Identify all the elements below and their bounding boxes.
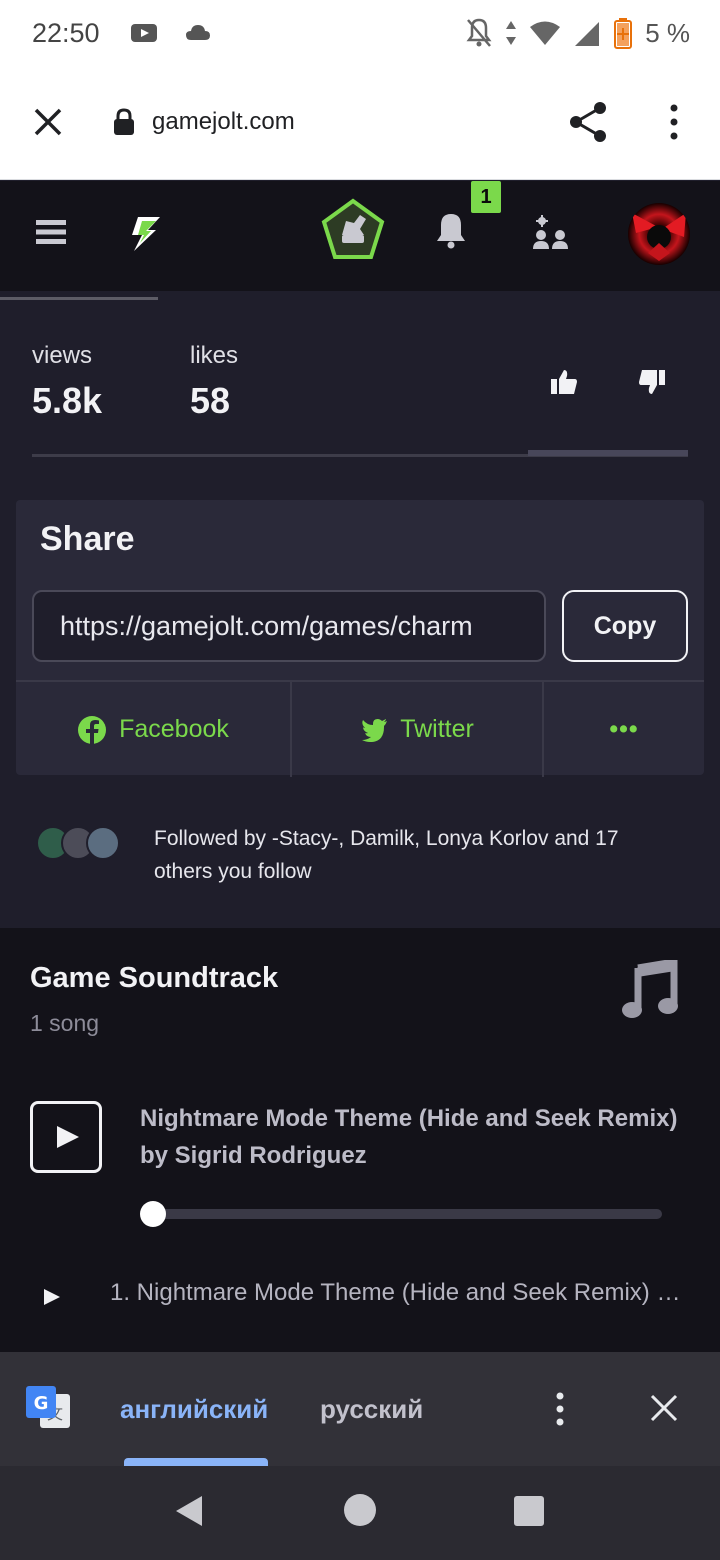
- status-time: 22:50: [32, 18, 100, 48]
- signal-icon: [575, 22, 600, 46]
- user-avatar[interactable]: [628, 203, 690, 265]
- seek-handle[interactable]: [140, 1201, 166, 1227]
- battery-percent: 5 %: [645, 17, 690, 48]
- play-button[interactable]: [30, 1101, 102, 1173]
- hamburger-menu-icon[interactable]: [36, 219, 66, 245]
- soundtrack-section: Game Soundtrack 1 song Nightmare Mode Th…: [0, 928, 720, 1352]
- back-icon[interactable]: [172, 1494, 206, 1528]
- avatar-graphic: [632, 213, 686, 261]
- notification-badge[interactable]: 1: [471, 181, 501, 213]
- share-title: Share: [40, 520, 135, 558]
- twitter-icon: [362, 718, 388, 742]
- translate-bar: 文 G английский русский: [0, 1352, 720, 1466]
- home-button[interactable]: [344, 1494, 376, 1526]
- status-bar: 22:50 5 %: [0, 0, 720, 68]
- close-translate-icon[interactable]: [648, 1392, 680, 1424]
- site-nav: 1: [0, 181, 720, 291]
- track-play-icon[interactable]: [42, 1286, 62, 1308]
- seek-bar[interactable]: [152, 1209, 662, 1219]
- target-language-tab[interactable]: русский: [320, 1394, 423, 1425]
- close-tab-icon[interactable]: [28, 102, 68, 142]
- more-share-options-button[interactable]: •••: [544, 682, 704, 777]
- twitter-label: Twitter: [400, 715, 474, 743]
- facebook-share-button[interactable]: Facebook: [16, 682, 292, 777]
- translate-more-icon[interactable]: [550, 1390, 570, 1428]
- youtube-icon: [131, 24, 157, 42]
- battery-icon: [614, 18, 633, 49]
- google-translate-icon: 文 G: [26, 1386, 70, 1428]
- share-icon[interactable]: [566, 100, 610, 144]
- cloud-icon: [186, 25, 210, 40]
- lock-icon[interactable]: [112, 108, 136, 136]
- follower-avatar: [86, 826, 120, 860]
- music-note-icon: [622, 960, 678, 1018]
- likes-value: 58: [190, 380, 231, 421]
- gamejolt-logo-icon[interactable]: [126, 213, 166, 253]
- browser-toolbar: gamejolt.com: [0, 68, 720, 180]
- copy-button[interactable]: Copy: [562, 590, 688, 662]
- share-buttons-row: Facebook Twitter •••: [16, 680, 704, 777]
- share-url-input[interactable]: https://gamejolt.com/games/charm: [32, 590, 546, 662]
- thumbs-up-icon[interactable]: [550, 368, 578, 396]
- data-transfer-icon: [506, 21, 517, 45]
- friend-requests-icon[interactable]: [532, 215, 570, 249]
- svg-text:G: G: [34, 1393, 49, 1414]
- follower-avatars[interactable]: [36, 826, 126, 862]
- facebook-icon: [78, 715, 107, 745]
- selected-language-indicator: [124, 1458, 268, 1466]
- url-display[interactable]: gamejolt.com: [152, 108, 295, 136]
- views-label: views: [32, 342, 93, 369]
- system-nav-bar: [0, 1466, 720, 1560]
- current-track-title: Nightmare Mode Theme (Hide and Seek Remi…: [140, 1105, 678, 1169]
- soundtrack-title: Game Soundtrack: [30, 962, 279, 994]
- likes-label: likes: [190, 342, 239, 369]
- game-stats: views 5.8k likes 58: [0, 300, 720, 470]
- more-vert-icon[interactable]: [664, 102, 684, 142]
- track-list-item[interactable]: 1. Nightmare Mode Theme (Hide and Seek R…: [110, 1279, 688, 1307]
- activity-pentagon-icon[interactable]: [320, 197, 386, 263]
- song-count: 1 song: [30, 1010, 100, 1036]
- followed-by-section: Followed by -Stacy-, Damilk, Lonya Korlo…: [0, 800, 720, 928]
- play-icon: [57, 1126, 79, 1148]
- thumbs-down-icon[interactable]: [638, 368, 666, 396]
- source-language-tab[interactable]: английский: [120, 1394, 268, 1425]
- followed-by-text[interactable]: Followed by -Stacy-, Damilk, Lonya Korlo…: [154, 822, 674, 888]
- notifications-bell-icon[interactable]: [434, 211, 468, 249]
- share-card: Share https://gamejolt.com/games/charm C…: [16, 500, 704, 777]
- views-value: 5.8k: [32, 380, 103, 421]
- recents-button[interactable]: [514, 1496, 544, 1526]
- twitter-share-button[interactable]: Twitter: [292, 682, 544, 777]
- wifi-icon: [530, 21, 561, 45]
- facebook-label: Facebook: [119, 715, 229, 743]
- like-ratio-dislike-segment: [528, 450, 688, 456]
- mute-notifications-icon: [466, 18, 492, 47]
